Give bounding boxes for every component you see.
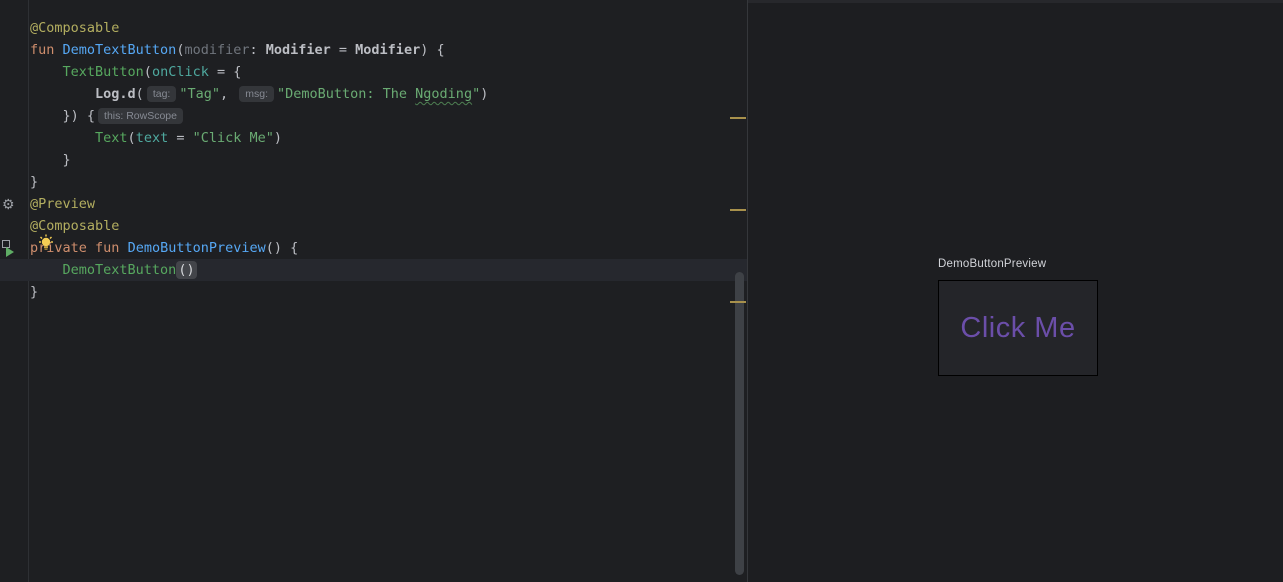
code-token: ( (144, 64, 152, 80)
run-preview-gutter-icon[interactable] (0, 239, 17, 257)
code-text: Text(text = "Click Me") (0, 127, 282, 149)
code-token: Log.d (95, 86, 136, 102)
code-line[interactable]: @Composable (0, 215, 747, 237)
code-token: = (331, 42, 355, 58)
code-token: = (168, 130, 192, 146)
warning-stripe-mark[interactable] (730, 209, 746, 211)
code-token: Modifier (266, 42, 331, 58)
code-line[interactable]: } (0, 171, 747, 193)
code-text: } (0, 171, 38, 193)
preview-settings-gear-icon[interactable]: ⚙ (2, 197, 15, 211)
code-token: text (136, 130, 169, 146)
intention-bulb-icon[interactable] (38, 234, 54, 251)
code-text: @Composable (0, 17, 119, 39)
preview-design-surface[interactable]: Click Me (938, 280, 1098, 376)
code-token: modifier (184, 42, 249, 58)
code-token: Modifier (355, 42, 420, 58)
code-line[interactable]: Text(text = "Click Me") (0, 127, 747, 149)
code-token: fun (95, 240, 119, 256)
code-token: fun (30, 42, 63, 58)
code-text: TextButton(onClick = { (0, 61, 241, 83)
code-token: "Tag" (179, 86, 220, 102)
code-token (30, 64, 63, 80)
code-token: "DemoButton: The (277, 86, 415, 102)
code-line[interactable]: }) {this: RowScope (0, 105, 747, 127)
code-token: () { (266, 240, 299, 256)
code-line[interactable]: private fun DemoButtonPreview() { (0, 237, 747, 259)
code-token: = { (209, 64, 242, 80)
code-token: }) { (63, 108, 96, 124)
preview-name-label: DemoButtonPreview (938, 258, 1046, 270)
code-line[interactable]: ⚙ @Preview (0, 193, 747, 215)
code-token: DemoButtonPreview (128, 240, 266, 256)
code-token: ( (136, 86, 144, 102)
code-token: " (472, 86, 480, 102)
code-line[interactable]: } (0, 149, 747, 171)
code-token: Text (95, 130, 128, 146)
code-text: DemoTextButton() (0, 259, 197, 281)
code-token: @Composable (30, 20, 119, 36)
code-token: "Click Me" (193, 130, 274, 146)
preview-top-border (748, 0, 1283, 3)
inlay-hint: tag: (147, 86, 177, 102)
code-line[interactable]: DemoTextButton() (0, 259, 747, 281)
code-token (87, 240, 95, 256)
code-token: DemoTextButton (63, 42, 177, 58)
code-token: onClick (152, 64, 209, 80)
code-token: Ngoding (415, 86, 472, 102)
code-line[interactable]: TextButton(onClick = { (0, 61, 747, 83)
code-token: ) { (420, 42, 444, 58)
code-text: @Composable (0, 215, 119, 237)
warning-stripe-mark[interactable] (730, 117, 746, 119)
code-text: Log.d(tag:"Tag", msg:"DemoButton: The Ng… (0, 83, 488, 105)
code-line[interactable]: } (0, 281, 747, 303)
code-token: @Composable (30, 218, 119, 234)
code-token: } (30, 174, 38, 190)
preview-click-me-button[interactable]: Click Me (960, 312, 1075, 345)
editor-scrollbar[interactable] (735, 272, 744, 575)
code-token (30, 108, 63, 124)
code-line[interactable]: Log.d(tag:"Tag", msg:"DemoButton: The Ng… (0, 83, 747, 105)
code-text: } (0, 281, 38, 303)
code-token: @Preview (30, 196, 95, 212)
code-token: } (30, 284, 38, 300)
code-text: } (0, 149, 71, 171)
code-token: () (176, 261, 196, 279)
code-token: : (249, 42, 265, 58)
inlay-hint: msg: (239, 86, 274, 102)
code-token: ) (274, 130, 282, 146)
code-token: ( (128, 130, 136, 146)
code-token: } (30, 152, 71, 168)
code-text: }) {this: RowScope (0, 105, 186, 127)
code-token (119, 240, 127, 256)
code-token: DemoTextButton (63, 262, 177, 278)
code-lines: @Composable fun DemoTextButton(modifier: … (0, 17, 747, 303)
code-token: ) (480, 86, 488, 102)
code-line[interactable]: @Composable (0, 17, 747, 39)
code-token: TextButton (63, 64, 144, 80)
code-editor-pane[interactable]: @Composable fun DemoTextButton(modifier: … (0, 0, 747, 582)
code-text: fun DemoTextButton(modifier: Modifier = … (0, 39, 445, 61)
compose-preview-panel[interactable]: DemoButtonPreview Click Me (747, 0, 1283, 582)
code-token: , (220, 86, 236, 102)
code-token (30, 262, 63, 278)
code-token (30, 86, 95, 102)
code-token (30, 130, 95, 146)
inlay-hint: this: RowScope (98, 108, 183, 124)
code-line[interactable]: fun DemoTextButton(modifier: Modifier = … (0, 39, 747, 61)
run-triangle-glyph (6, 247, 14, 257)
warning-stripe-mark[interactable] (730, 301, 746, 303)
